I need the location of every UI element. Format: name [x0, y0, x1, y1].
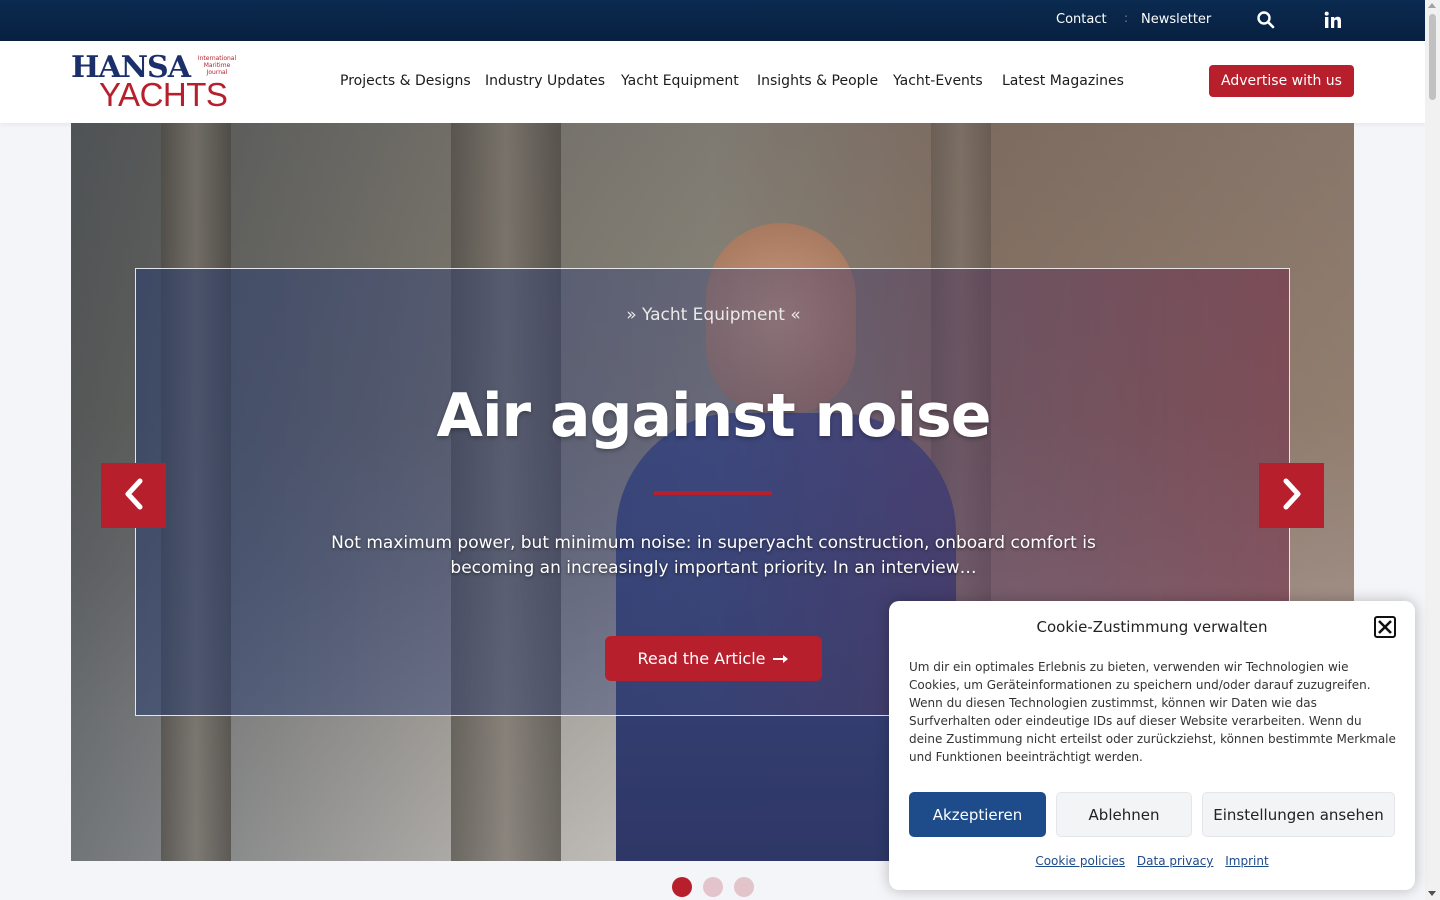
slider-dot-2[interactable]: [703, 877, 723, 897]
nav-yacht-equipment[interactable]: Yacht Equipment: [621, 73, 739, 89]
deny-button[interactable]: Ablehnen: [1056, 792, 1192, 837]
cookie-links: Cookie policies Data privacy Imprint: [889, 854, 1415, 868]
close-icon[interactable]: [1374, 616, 1396, 638]
headline-divider: [654, 491, 772, 495]
slide-category[interactable]: » Yacht Equipment «: [136, 305, 1291, 325]
newsletter-link[interactable]: Newsletter: [1141, 12, 1211, 27]
contact-link[interactable]: Contact: [1056, 12, 1107, 27]
site-header: HANSA International Maritime Journal YAC…: [0, 41, 1425, 123]
cookie-consent-dialog: Cookie-Zustimmung verwalten Um dir ein o…: [889, 601, 1415, 890]
nav-industry-updates[interactable]: Industry Updates: [485, 73, 605, 89]
scroll-up-arrow[interactable]: [1428, 3, 1436, 8]
slide-headline[interactable]: Air against noise: [136, 381, 1291, 451]
linkedin-icon[interactable]: [1323, 10, 1343, 30]
chevron-right-icon: [1280, 478, 1304, 514]
topbar-separator: :: [1124, 11, 1129, 25]
arrow-right-icon: [773, 649, 789, 668]
view-settings-button[interactable]: Einstellungen ansehen: [1202, 792, 1395, 837]
nav-yacht-events[interactable]: Yacht-Events: [893, 73, 983, 89]
read-article-label: Read the Article: [637, 649, 766, 668]
slider-prev-button[interactable]: [101, 463, 166, 528]
cookie-policies-link[interactable]: Cookie policies: [1035, 854, 1125, 868]
slider-dot-1[interactable]: [672, 877, 692, 897]
nav-projects-designs[interactable]: Projects & Designs: [340, 73, 471, 89]
logo-tagline: International Maritime Journal: [197, 55, 237, 76]
imprint-link[interactable]: Imprint: [1225, 854, 1268, 868]
page-scrollbar[interactable]: [1425, 0, 1440, 900]
read-article-button[interactable]: Read the Article: [605, 636, 822, 681]
cookie-text: Um dir ein optimales Erlebnis zu bieten,…: [909, 660, 1396, 764]
scroll-thumb[interactable]: [1429, 14, 1436, 100]
slider-next-button[interactable]: [1259, 463, 1324, 528]
advertise-button[interactable]: Advertise with us: [1209, 65, 1354, 97]
scroll-down-arrow[interactable]: [1428, 891, 1436, 896]
data-privacy-link[interactable]: Data privacy: [1137, 854, 1214, 868]
logo-line2: YACHTS: [99, 76, 228, 113]
slide-lead: Not maximum power, but minimum noise: in…: [331, 533, 1096, 578]
search-icon[interactable]: [1256, 10, 1276, 30]
chevron-left-icon: [122, 478, 146, 514]
nav-insights-people[interactable]: Insights & People: [757, 73, 878, 89]
accept-button[interactable]: Akzeptieren: [909, 792, 1046, 837]
top-bar: Contact : Newsletter: [0, 0, 1425, 41]
hansa-yachts-logo[interactable]: HANSA International Maritime Journal YAC…: [71, 53, 241, 113]
nav-latest-magazines[interactable]: Latest Magazines: [1002, 73, 1124, 89]
cookie-title: Cookie-Zustimmung verwalten: [1036, 618, 1268, 636]
slider-dot-3[interactable]: [734, 877, 754, 897]
